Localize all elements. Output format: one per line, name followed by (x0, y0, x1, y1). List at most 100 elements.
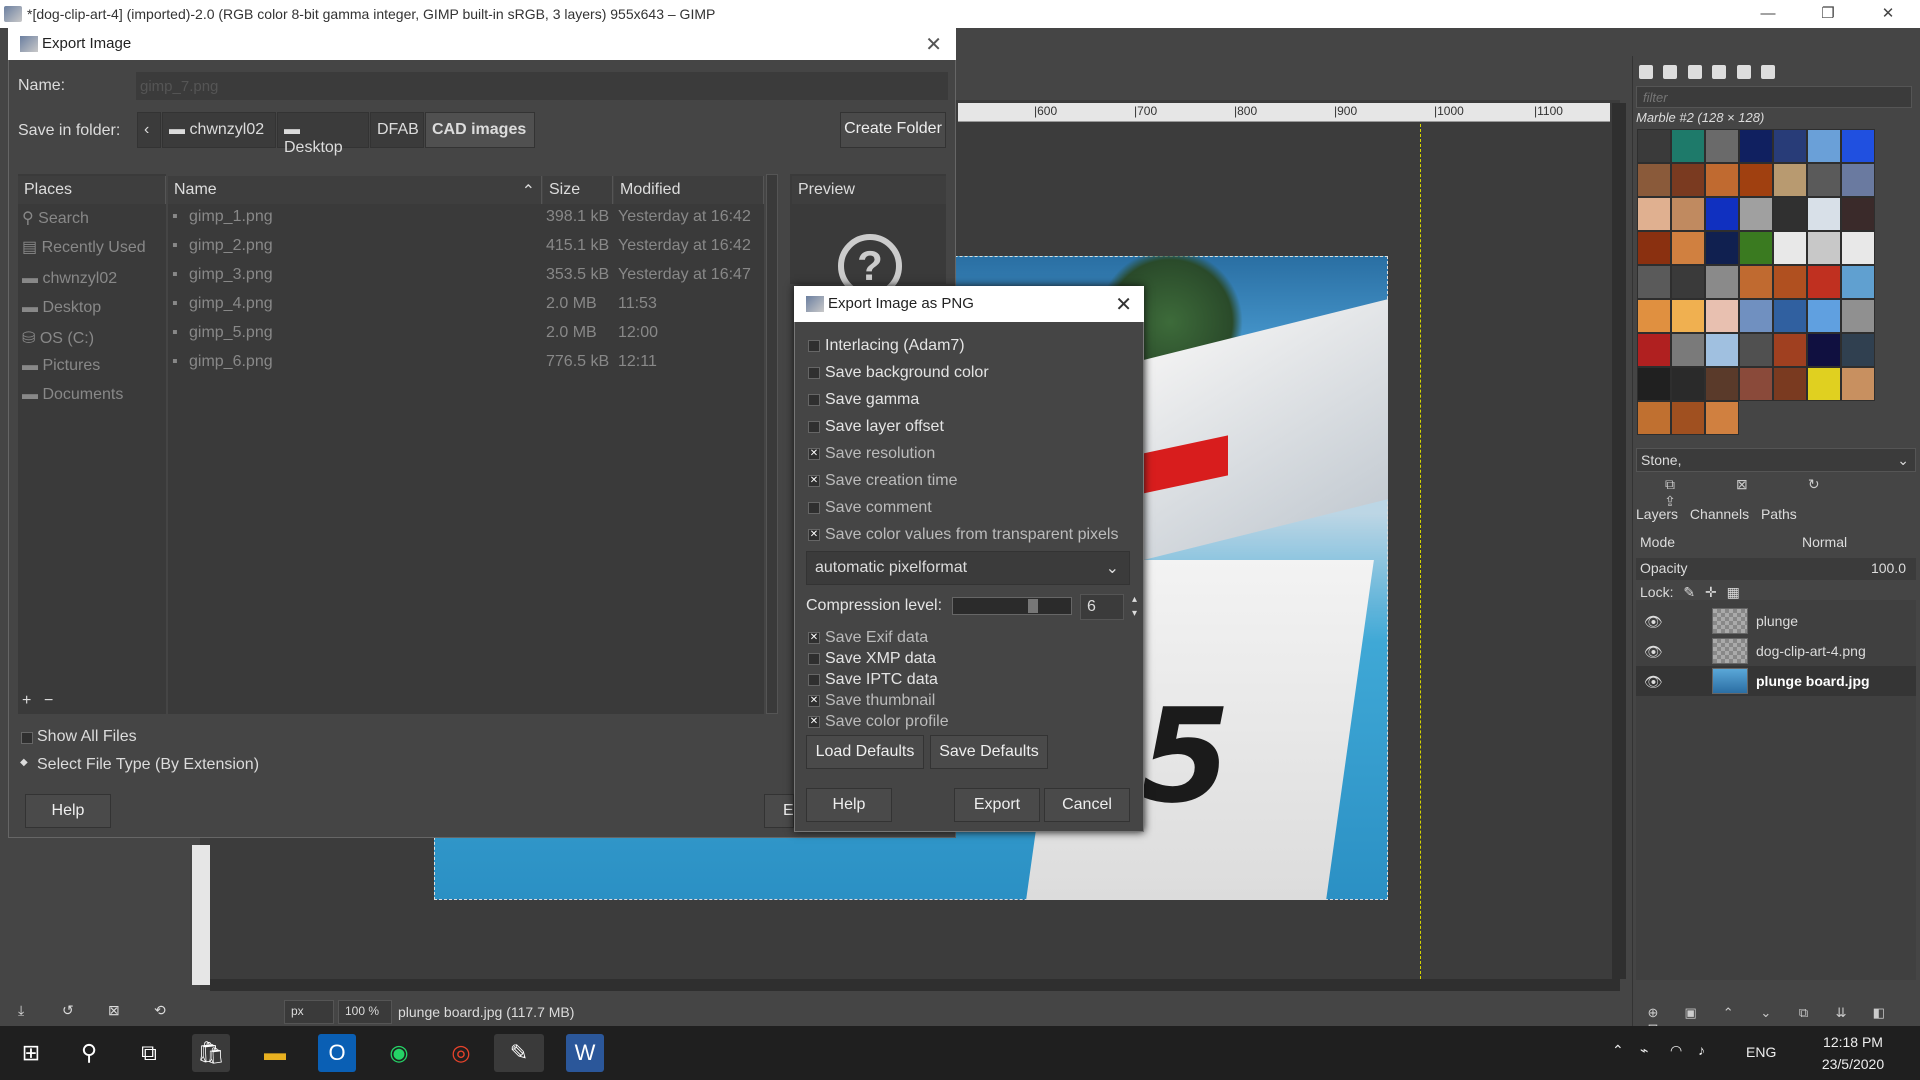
minimize-button[interactable]: — (1740, 0, 1796, 28)
pattern-swatch[interactable] (1807, 129, 1841, 163)
show-all-files-checkbox[interactable] (21, 732, 33, 744)
close-icon[interactable]: ✕ (925, 32, 942, 57)
pattern-swatch[interactable] (1637, 163, 1671, 197)
eye-icon[interactable]: 👁 (1644, 673, 1663, 691)
png-export-button[interactable]: Export (954, 788, 1040, 822)
close-icon[interactable]: ✕ (1115, 292, 1132, 317)
pencil-tab-icon[interactable] (1761, 65, 1776, 79)
undo-icon[interactable]: ↺ (62, 1002, 74, 1019)
pattern-swatch[interactable] (1671, 129, 1705, 163)
pattern-swatch[interactable] (1841, 163, 1875, 197)
wifi-icon[interactable]: ◠ (1670, 1042, 1682, 1059)
duplicate-layer-icon[interactable]: ⧉ (1787, 1005, 1821, 1021)
pattern-swatch[interactable] (1671, 197, 1705, 231)
pattern-swatch[interactable] (1637, 129, 1671, 163)
close-window-button[interactable]: ✕ (1860, 0, 1916, 28)
zoom-select[interactable]: 100 % (338, 1000, 392, 1024)
pattern-swatch[interactable] (1739, 265, 1773, 299)
expander-icon[interactable]: ◆ (20, 757, 28, 768)
pattern-swatch[interactable] (1705, 265, 1739, 299)
pattern-swatch[interactable] (1739, 231, 1773, 265)
compression-slider[interactable] (952, 597, 1072, 615)
pattern-swatch[interactable] (1705, 197, 1739, 231)
task-view-icon[interactable]: ⧉ (130, 1034, 168, 1072)
pattern-swatch[interactable] (1841, 265, 1875, 299)
checkbox[interactable] (808, 653, 820, 665)
crumb-chwnzyl02[interactable]: ▬ chwnzyl02 (162, 112, 276, 148)
reset-icon[interactable]: ⟲ (154, 1002, 166, 1019)
duplicate-pattern-icon[interactable]: ⧉ (1636, 476, 1704, 493)
checkbox-checked[interactable]: ✕ (808, 475, 820, 487)
pattern-swatch[interactable] (1739, 299, 1773, 333)
store-icon[interactable]: 🛍 (192, 1034, 230, 1072)
pattern-swatch[interactable] (1705, 129, 1739, 163)
pattern-swatch[interactable] (1637, 401, 1671, 435)
clock-date[interactable]: 23/5/2020 (1808, 1056, 1898, 1072)
checkbox[interactable] (808, 421, 820, 433)
search-icon[interactable]: ⚲ (70, 1034, 108, 1072)
pattern-swatch[interactable] (1773, 299, 1807, 333)
palette-tab-icon[interactable] (1736, 65, 1751, 79)
place-recent[interactable]: ▤ Recently Used (22, 237, 146, 257)
outlook-icon[interactable]: O (318, 1034, 356, 1072)
pattern-swatch[interactable] (1739, 163, 1773, 197)
pattern-swatch[interactable] (1637, 265, 1671, 299)
lock-position-icon[interactable]: ✛ (1705, 584, 1717, 600)
pattern-swatch[interactable] (1671, 401, 1705, 435)
pattern-swatch[interactable] (1671, 163, 1705, 197)
pattern-swatch[interactable] (1637, 333, 1671, 367)
merge-layer-icon[interactable]: ⇊ (1824, 1005, 1858, 1021)
pattern-swatch[interactable] (1773, 333, 1807, 367)
new-layer-icon[interactable]: ⊕ (1636, 1005, 1670, 1021)
crumb-cad-images[interactable]: CAD images (425, 112, 535, 148)
column-size[interactable]: Size (543, 176, 613, 204)
save-defaults-button[interactable]: Save Defaults (930, 735, 1048, 769)
raise-layer-icon[interactable]: ⌃ (1711, 1005, 1745, 1021)
pattern-swatch[interactable] (1671, 333, 1705, 367)
horizontal-scrollbar[interactable] (210, 979, 1620, 991)
opacity-row[interactable]: Opacity 100.0 (1636, 558, 1916, 580)
horizontal-ruler[interactable]: |600 |700 |800 |900 |1000 |1100 (958, 103, 1610, 122)
pattern-swatch[interactable] (1705, 333, 1739, 367)
pattern-swatch[interactable] (1705, 299, 1739, 333)
load-defaults-button[interactable]: Load Defaults (806, 735, 924, 769)
export-help-button[interactable]: Help (25, 794, 111, 828)
delete-icon[interactable]: ⊠ (108, 1002, 120, 1019)
mask-layer-icon[interactable]: ◧ (1862, 1005, 1896, 1021)
pattern-swatch[interactable] (1773, 129, 1807, 163)
chevron-up-icon[interactable]: ⌃ (1612, 1042, 1624, 1059)
pattern-swatch[interactable] (1807, 367, 1841, 401)
pattern-swatch[interactable] (1773, 367, 1807, 401)
layer-row[interactable]: 👁 plunge (1636, 606, 1916, 636)
file-row[interactable]: ▪ gimp_3.png 353.5 kB Yesterday at 16:47 (172, 266, 764, 295)
pattern-swatch[interactable] (1671, 231, 1705, 265)
pattern-swatch[interactable] (1739, 333, 1773, 367)
pattern-swatch[interactable] (1807, 163, 1841, 197)
place-home[interactable]: ▬ chwnzyl02 (22, 270, 117, 288)
pattern-swatch[interactable] (1807, 299, 1841, 333)
place-search[interactable]: ⚲ Search (22, 208, 89, 228)
vertical-ruler[interactable] (192, 845, 210, 985)
pattern-swatch[interactable] (1671, 367, 1705, 401)
pattern-swatch[interactable] (1807, 231, 1841, 265)
pattern-swatch[interactable] (1739, 129, 1773, 163)
column-name[interactable]: Name ⌃ (168, 176, 542, 204)
layer-row[interactable]: 👁 plunge board.jpg (1636, 666, 1916, 696)
unit-select[interactable]: px (284, 1000, 334, 1024)
add-bookmark-icon[interactable]: + (22, 692, 31, 710)
checkbox[interactable] (808, 502, 820, 514)
font-tab-icon[interactable] (1687, 65, 1702, 79)
pattern-tab-icon[interactable] (1663, 65, 1678, 79)
file-row[interactable]: ▪ gimp_6.png 776.5 kB 12:11 (172, 353, 764, 382)
opacity-value[interactable]: 100.0 (1871, 560, 1906, 576)
export-icon[interactable]: ⤓ (18, 1002, 24, 1019)
pattern-swatch[interactable] (1841, 333, 1875, 367)
checkbox-checked[interactable]: ✕ (808, 695, 820, 707)
tab-paths[interactable]: Paths (1761, 506, 1797, 522)
restore-button[interactable]: ❐ (1800, 0, 1856, 28)
pattern-swatch[interactable] (1671, 265, 1705, 299)
pattern-swatch[interactable] (1841, 299, 1875, 333)
tab-channels[interactable]: Channels (1690, 506, 1749, 522)
vertical-scrollbar[interactable] (1612, 103, 1626, 979)
crumb-dfab[interactable]: DFAB (370, 112, 424, 148)
